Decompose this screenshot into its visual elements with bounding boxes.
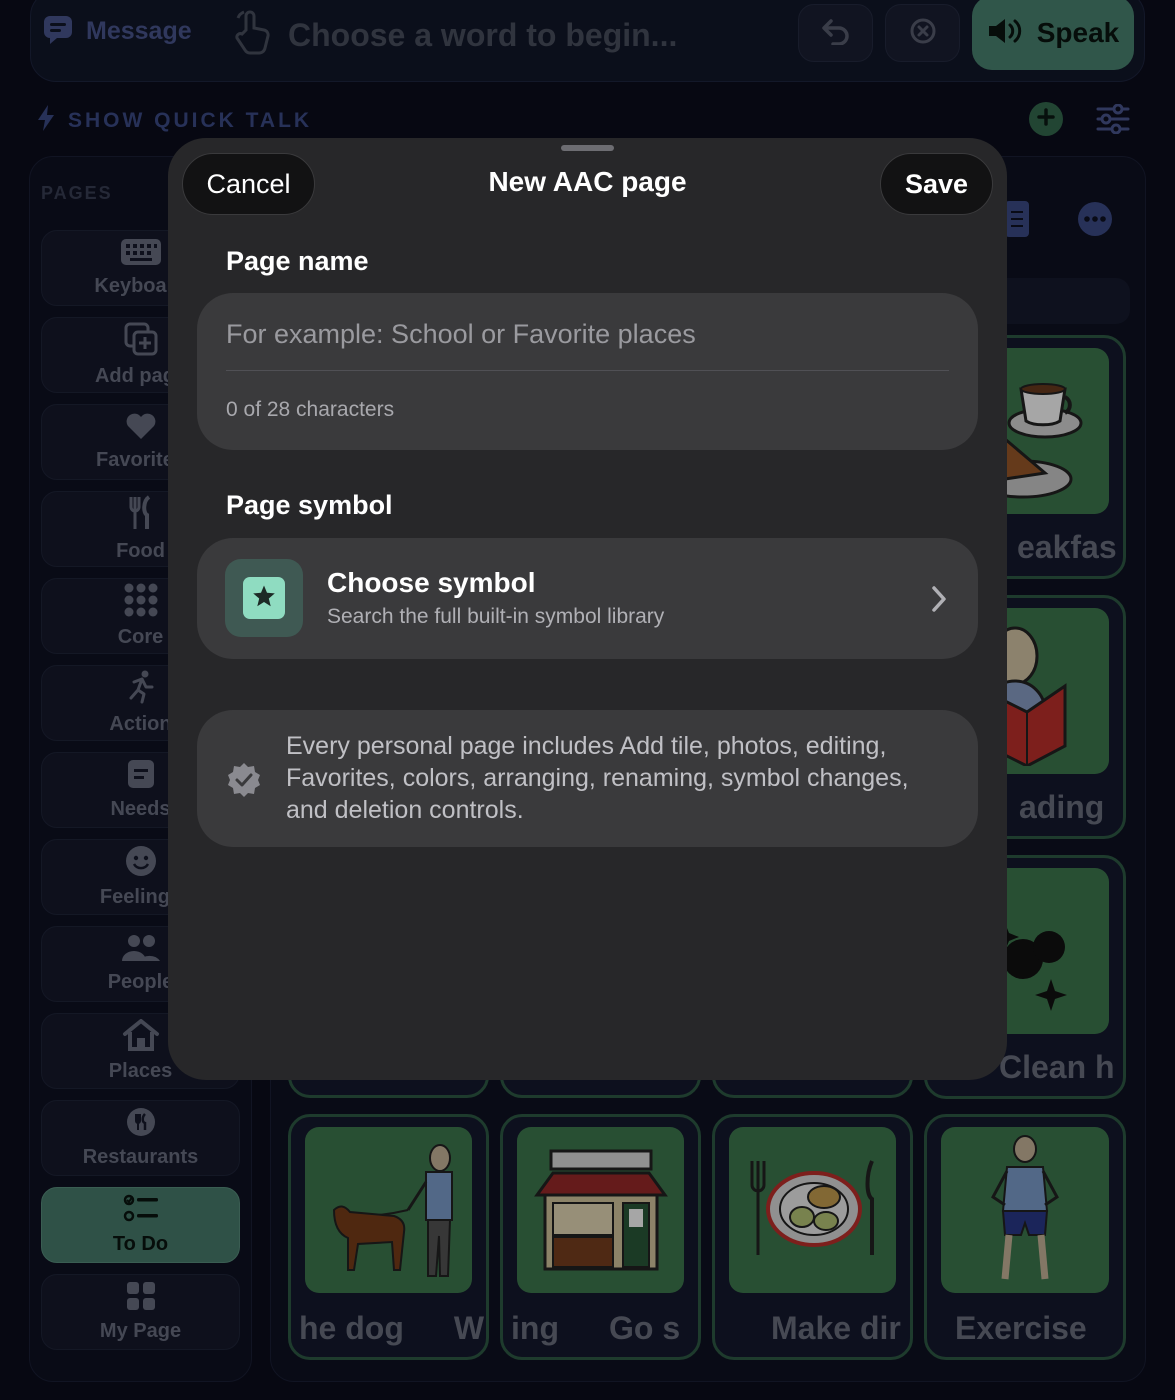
choose-symbol-subtitle: Search the full built-in symbol library <box>327 605 665 628</box>
page-name-heading: Page name <box>226 246 369 276</box>
sheet-title: New AAC page <box>488 166 687 197</box>
star-symbol-tile <box>243 577 285 619</box>
info-text: Every personal page includes Add tile, p… <box>286 732 909 824</box>
choose-symbol-row[interactable] <box>197 538 978 659</box>
choose-symbol-title: Choose symbol <box>327 567 536 598</box>
save-button[interactable]: Save <box>880 153 993 215</box>
chevron-right-icon <box>928 584 948 619</box>
verified-badge-icon <box>225 761 263 804</box>
sheet-grabber[interactable] <box>561 145 614 151</box>
page-symbol-heading: Page symbol <box>226 490 393 520</box>
star-icon <box>252 584 276 613</box>
symbol-preview <box>225 559 303 637</box>
cancel-button[interactable]: Cancel <box>182 153 315 215</box>
page-name-input[interactable] <box>226 312 946 356</box>
input-divider <box>226 370 949 371</box>
character-counter: 0 of 28 characters <box>226 398 395 421</box>
